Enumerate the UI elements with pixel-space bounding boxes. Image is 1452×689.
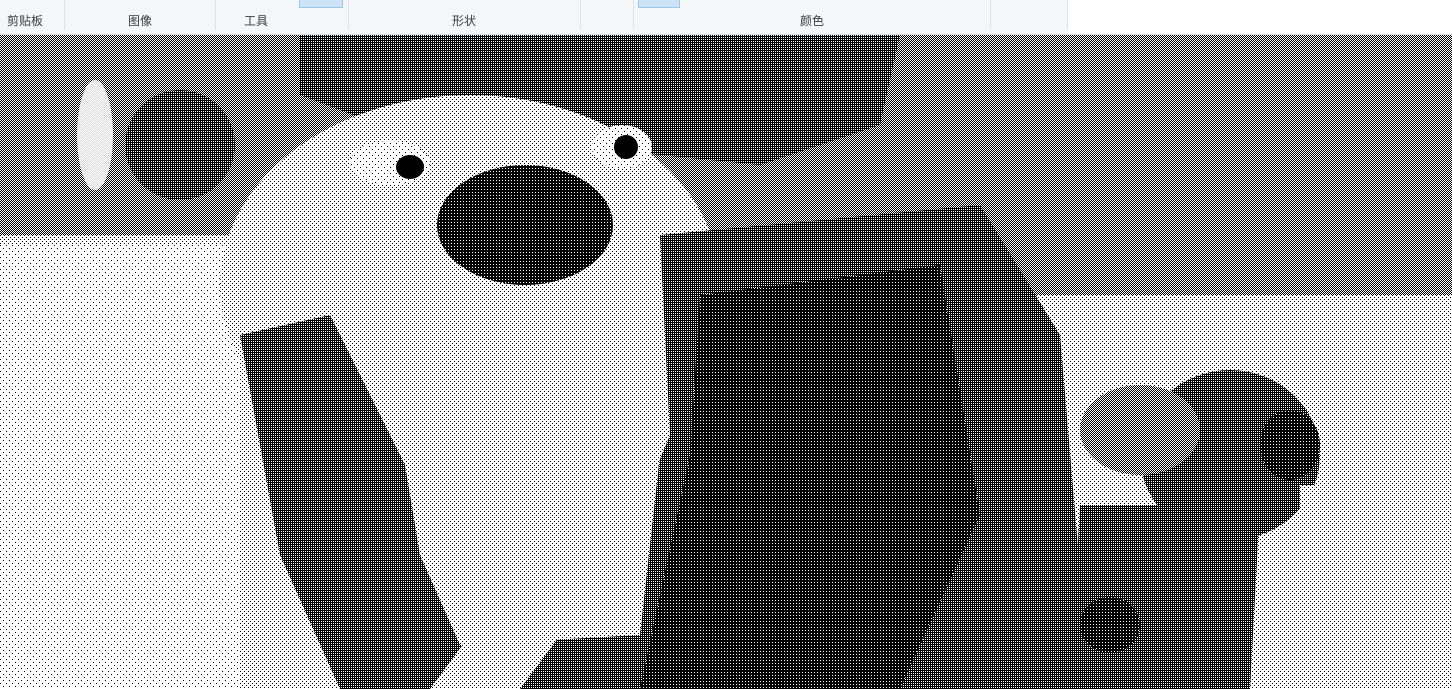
ribbon-group-clipboard[interactable]: 剪贴板 — [0, 0, 64, 34]
image-canvas[interactable] — [0, 35, 1452, 689]
dithered-koala-image — [0, 35, 1452, 689]
ribbon-group-label-colors: 颜色 — [799, 14, 824, 28]
ribbon-group-label-shapes: 形状 — [451, 14, 476, 28]
ribbon-group-colors[interactable]: 颜色 — [634, 0, 990, 34]
ribbon-group-label-tools: 工具 — [243, 14, 268, 28]
ribbon-separator — [990, 0, 991, 30]
ribbon-group-shapes[interactable]: 形状 — [349, 0, 579, 34]
ribbon-empty-area — [1068, 0, 1452, 34]
ribbon-group-label-image: 图像 — [127, 14, 152, 28]
ribbon-separator — [580, 0, 581, 30]
ribbon-group-label-clipboard: 剪贴板 — [6, 14, 43, 28]
ribbon-group-tools[interactable]: 工具 — [216, 0, 296, 34]
selected-tool-indicator[interactable] — [299, 0, 343, 8]
ribbon-toolbar: 剪贴板 图像 工具 形状 颜色 — [0, 0, 1452, 35]
ribbon-group-image[interactable]: 图像 — [65, 0, 215, 34]
